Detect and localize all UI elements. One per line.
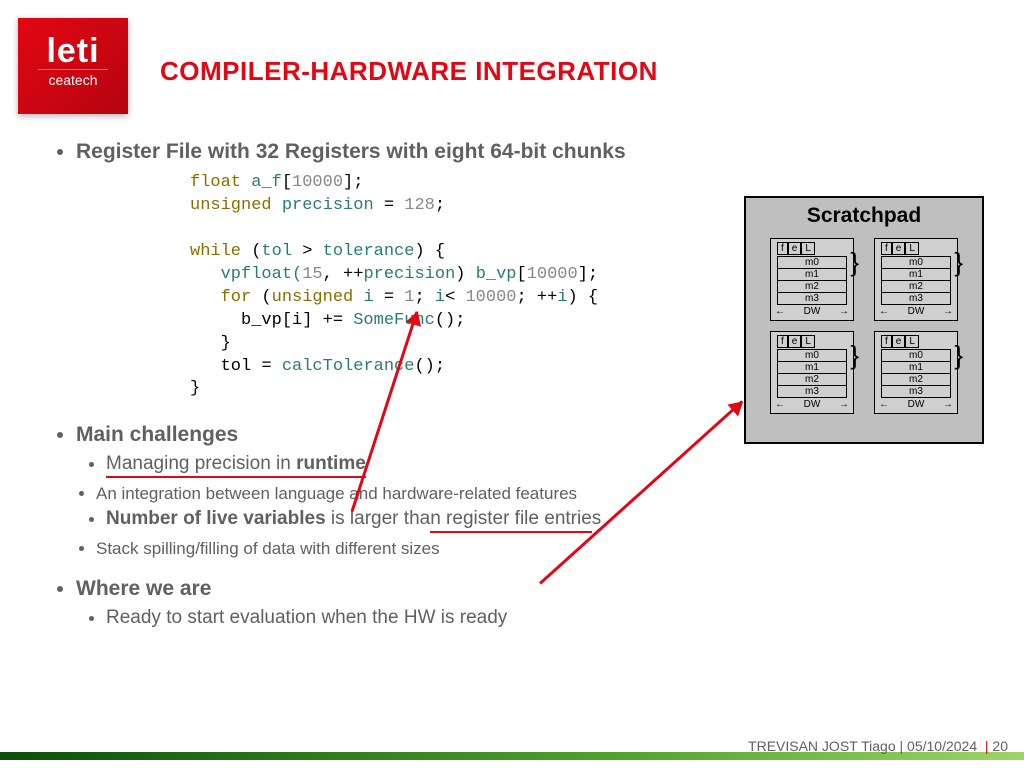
logo-main-text: leti <box>18 18 128 71</box>
bullet-register-file: Register File with 32 Registers with eig… <box>76 140 994 164</box>
scratchpad-diagram: Scratchpad feL m0 m1 m2 m3 DW } feL m0 m… <box>744 196 984 444</box>
scratchpad-region: feL m0 m1 m2 m3 DW } <box>770 331 854 414</box>
bullet-runtime-sub: An integration between language and hard… <box>96 484 994 504</box>
bullet-where-we-are: Where we are <box>76 577 994 601</box>
slide-title: COMPILER-HARDWARE INTEGRATION <box>160 56 658 87</box>
scratchpad-region: feL m0 m1 m2 m3 DW } <box>874 238 958 321</box>
scratchpad-region: feL m0 m1 m2 m3 DW } <box>874 331 958 414</box>
scratchpad-region: feL m0 m1 m2 m3 DW } <box>770 238 854 321</box>
brand-logo: leti ceatech <box>18 18 128 114</box>
bullet-where-sub: Ready to start evaluation when the HW is… <box>106 607 994 629</box>
slide-footer: TREVISAN JOST Tiago | 05/10/2024 | 20 <box>0 738 1024 768</box>
bullet-runtime: Managing precision in runtime <box>106 453 994 478</box>
scratchpad-title: Scratchpad <box>746 204 982 228</box>
bullet-live-vars: Number of live variables is larger than … <box>106 508 994 533</box>
footer-text: TREVISAN JOST Tiago | 05/10/2024 | 20 <box>748 738 1008 754</box>
logo-sub-text: ceatech <box>38 69 108 88</box>
bullet-live-vars-sub: Stack spilling/filling of data with diff… <box>96 539 994 559</box>
